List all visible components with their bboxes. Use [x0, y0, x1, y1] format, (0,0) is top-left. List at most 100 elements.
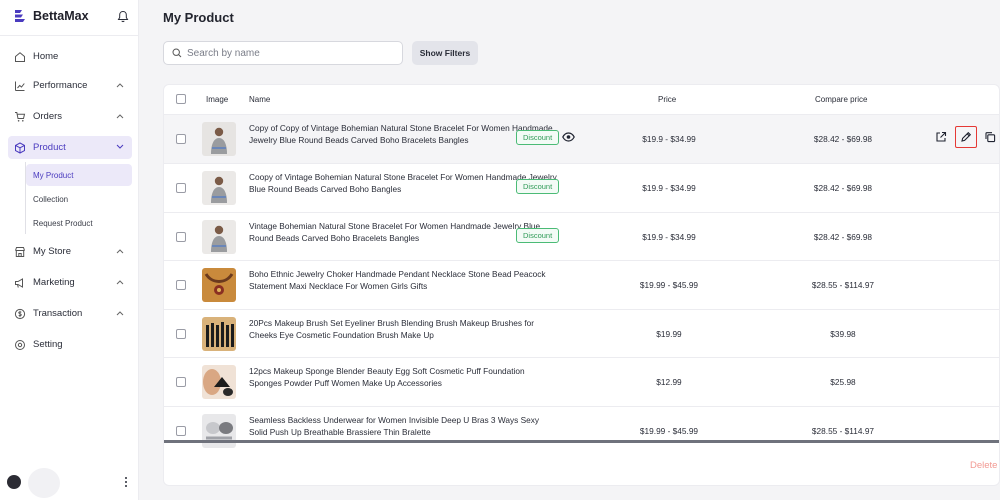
table-row[interactable]: Boho Ethnic Jewelry Choker Handmade Pend… — [164, 260, 999, 309]
search-input[interactable] — [187, 47, 387, 59]
price-cell: $19.9 - $34.99 — [642, 183, 696, 193]
row-checkbox[interactable] — [176, 231, 186, 242]
table-row[interactable]: Coopy of Vintage Bohemian Natural Stone … — [164, 163, 999, 212]
brand: BettaMax — [14, 9, 89, 23]
sidebar-item-label: Marketing — [33, 277, 75, 288]
sidebar-item-marketing[interactable]: Marketing — [8, 271, 132, 294]
sidebar-item-label: My Store — [33, 246, 72, 257]
chevron-up-icon — [116, 311, 124, 316]
subnav-label: My Product — [33, 170, 74, 180]
table-row[interactable]: Vintage Bohemian Natural Stone Bracelet … — [164, 211, 999, 261]
product-thumbnail[interactable] — [202, 365, 236, 399]
bettamax-logo-icon — [15, 10, 25, 22]
chevron-down-icon — [116, 144, 124, 149]
price-cell: $19.99 - $45.99 — [639, 425, 699, 436]
table-row[interactable]: 20Pcs Makeup Brush Set Eyeliner Brush Bl… — [164, 308, 999, 358]
sidebar: BettaMax Home Performance Orders Product… — [0, 0, 139, 500]
compare-price-cell: $28.55 - $114.97 — [811, 280, 875, 290]
product-thumbnail[interactable] — [202, 122, 236, 156]
more-vertical-icon[interactable] — [124, 476, 128, 488]
subnav-my-product[interactable]: My Product — [26, 164, 132, 186]
discount-badge: Discount — [516, 227, 560, 243]
compare-price-cell: $25.98 — [830, 377, 856, 387]
product-thumbnail[interactable] — [202, 219, 236, 254]
price-cell: $19.9 - $34.99 — [642, 134, 696, 144]
subnav-request-product[interactable]: Request Product — [26, 212, 132, 234]
copy-icon[interactable] — [984, 131, 996, 143]
gear-icon — [15, 339, 25, 350]
column-header-image: Image — [206, 95, 229, 104]
chart-icon — [15, 81, 25, 91]
product-thumbnail[interactable] — [202, 171, 236, 205]
search-icon — [172, 48, 182, 58]
sidebar-item-transaction[interactable]: Transaction — [8, 302, 132, 325]
sidebar-item-label: Setting — [33, 339, 63, 350]
discount-badge: Discount — [516, 130, 560, 145]
product-name[interactable]: Seamless Backless Underwear for Women In… — [249, 414, 559, 438]
product-thumbnail[interactable] — [202, 316, 236, 351]
chevron-up-icon — [116, 280, 124, 285]
home-icon — [15, 51, 25, 62]
discount-badge: Discount — [516, 179, 560, 194]
sidebar-item-label: Home — [33, 51, 59, 62]
product-thumbnail[interactable] — [202, 268, 236, 302]
product-name[interactable]: Vintage Bohemian Natural Stone Bracelet … — [249, 220, 559, 244]
horizontal-scrollbar[interactable] — [164, 440, 999, 443]
bell-icon[interactable] — [117, 10, 129, 23]
subnav-collection[interactable]: Collection — [26, 188, 132, 210]
row-checkbox[interactable] — [176, 377, 186, 387]
product-name[interactable]: 20Pcs Makeup Brush Set Eyeliner Brush Bl… — [249, 317, 559, 341]
dollar-icon — [14, 308, 26, 319]
price-cell: $19.99 - $45.99 — [639, 280, 699, 290]
external-link-icon[interactable] — [935, 131, 947, 143]
search-box[interactable] — [163, 41, 403, 65]
megaphone-icon — [15, 277, 23, 288]
store-icon — [15, 246, 25, 257]
sidebar-item-setting[interactable]: Setting — [8, 333, 132, 356]
row-checkbox[interactable] — [176, 134, 186, 144]
subnav-label: Collection — [33, 194, 69, 204]
compare-price-cell: $28.55 - $114.97 — [811, 425, 875, 436]
row-checkbox[interactable] — [176, 183, 186, 193]
table-row[interactable]: 12pcs Makeup Sponge Blender Beauty Egg S… — [164, 357, 999, 406]
product-table: Image Name Price Compare price Copy of C… — [163, 84, 1000, 486]
page-title: My Product — [163, 10, 234, 25]
row-checkbox[interactable] — [176, 425, 186, 436]
column-header-name: Name — [249, 95, 271, 104]
sidebar-item-label: Performance — [33, 80, 88, 91]
pencil-icon[interactable] — [960, 131, 972, 143]
product-name[interactable]: Copy of Copy of Vintage Bohemian Natural… — [249, 122, 559, 146]
compare-price-cell: $28.42 - $69.98 — [813, 183, 873, 193]
sidebar-item-performance[interactable]: Performance — [8, 74, 132, 97]
sidebar-item-my-store[interactable]: My Store — [8, 240, 132, 263]
subnav-label: Request Product — [33, 218, 93, 228]
cart-icon — [15, 111, 26, 122]
sidebar-item-product[interactable]: Product — [8, 136, 132, 159]
row-checkbox[interactable] — [176, 280, 186, 290]
table-header: Image Name Price Compare price — [164, 85, 999, 115]
product-name[interactable]: Boho Ethnic Jewelry Choker Handmade Pend… — [249, 268, 559, 292]
compare-price-cell: $39.98 — [830, 328, 856, 339]
sidebar-item-home[interactable]: Home — [8, 45, 132, 68]
column-header-price: Price — [658, 95, 677, 104]
compare-price-cell: $28.42 - $69.98 — [813, 231, 873, 242]
price-cell: $19.9 - $34.99 — [642, 231, 696, 242]
row-checkbox[interactable] — [176, 328, 186, 339]
compare-price-cell: $28.42 - $69.98 — [813, 134, 873, 144]
price-cell: $12.99 — [656, 377, 682, 387]
sidebar-item-label: Product — [33, 142, 66, 153]
product-name[interactable]: 12pcs Makeup Sponge Blender Beauty Egg S… — [249, 365, 559, 389]
table-row[interactable]: Seamless Backless Underwear for Women In… — [164, 405, 999, 455]
price-cell: $19.99 — [656, 328, 682, 339]
select-all-checkbox[interactable] — [176, 94, 186, 104]
chevron-up-icon — [116, 114, 124, 119]
delete-button[interactable]: Delete — [970, 460, 997, 471]
chevron-up-icon — [116, 249, 124, 254]
show-filters-button[interactable]: Show Filters — [412, 41, 478, 65]
chevron-up-icon — [116, 83, 124, 88]
table-row[interactable]: Copy of Copy of Vintage Bohemian Natural… — [164, 114, 999, 163]
avatar[interactable] — [7, 475, 21, 489]
sidebar-item-orders[interactable]: Orders — [8, 105, 132, 128]
product-name[interactable]: Coopy of Vintage Bohemian Natural Stone … — [249, 171, 559, 195]
eye-icon[interactable] — [562, 132, 575, 142]
